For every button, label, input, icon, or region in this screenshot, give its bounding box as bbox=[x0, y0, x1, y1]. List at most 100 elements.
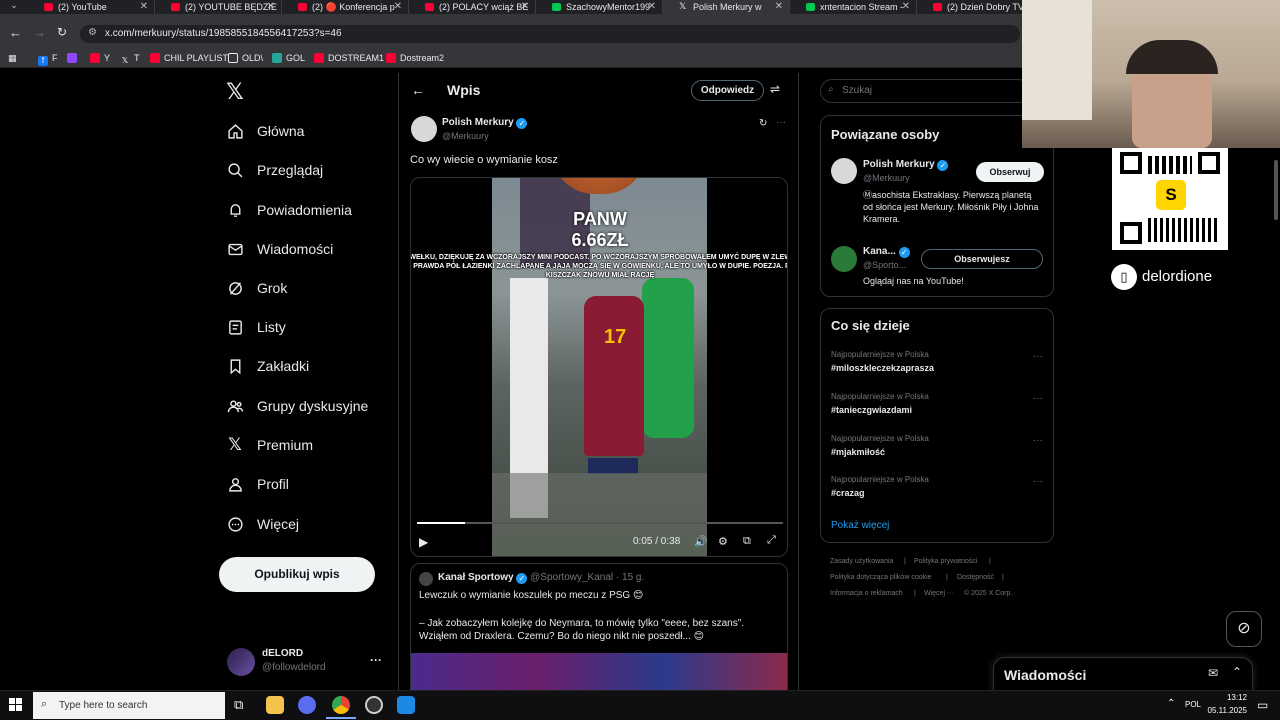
video-progress-track[interactable] bbox=[417, 522, 783, 524]
forward-icon[interactable]: → bbox=[33, 25, 46, 40]
following-button[interactable]: Obserwujesz bbox=[921, 249, 1043, 269]
show-more-link[interactable]: Pokaż więcej bbox=[831, 520, 889, 531]
address-bar[interactable]: ⚙ x.com/merkuury/status/1985855184556417… bbox=[80, 25, 1020, 43]
site-info-icon[interactable]: ⚙ bbox=[88, 27, 97, 38]
tab-search-chevron-icon[interactable]: ⌄ bbox=[0, 0, 28, 14]
person-name[interactable]: Polish Merkury bbox=[863, 159, 935, 170]
footer-link[interactable]: Zasady użytkowania bbox=[830, 558, 893, 565]
author-handle[interactable]: @Merkuury bbox=[442, 131, 489, 141]
trend-tag[interactable]: #miloszkleczekzaprasza bbox=[831, 363, 934, 373]
file-explorer-icon[interactable] bbox=[266, 696, 284, 714]
quoted-post[interactable]: Kanał Sportowy ✓ @Sportowy_Kanal · 15 g.… bbox=[410, 563, 788, 703]
close-tab-icon[interactable]: ✕ bbox=[775, 1, 783, 12]
quoted-media-thumbnail[interactable] bbox=[411, 653, 787, 693]
reply-button[interactable]: Odpowiedz bbox=[691, 80, 764, 101]
trend-more-icon[interactable]: ··· bbox=[1033, 476, 1043, 487]
nav-lists[interactable]: Listy bbox=[225, 312, 286, 342]
footer-link[interactable]: Więcej ··· bbox=[924, 590, 954, 597]
nav-communities[interactable]: Grupy dyskusyjne bbox=[225, 391, 368, 421]
author-avatar[interactable] bbox=[411, 116, 437, 142]
close-tab-icon[interactable]: ✕ bbox=[902, 1, 910, 12]
footer-link[interactable]: Polityka prywatności bbox=[914, 558, 977, 565]
chrome-icon[interactable] bbox=[332, 696, 350, 714]
person-avatar[interactable] bbox=[831, 158, 857, 184]
play-icon[interactable]: ▶ bbox=[419, 535, 428, 549]
grok-float-icon[interactable]: ⊘ bbox=[1226, 611, 1262, 647]
video-player[interactable]: 17 PANW 6.66ZŁ PAWEŁKU, DZIĘKUJĘ ZA WCZO… bbox=[410, 177, 788, 557]
nav-premium[interactable]: 𝕏 Premium bbox=[225, 430, 313, 460]
browser-tab[interactable]: (2) POLACY wciąż BE ✕ bbox=[409, 0, 536, 14]
nav-home[interactable]: Główna bbox=[225, 116, 304, 146]
language-indicator[interactable]: POL bbox=[1185, 700, 1201, 709]
back-icon[interactable]: ← bbox=[9, 25, 22, 40]
bookmark-item[interactable] bbox=[67, 53, 81, 63]
messages-dock[interactable]: Wiadomości ✉ ⌃ bbox=[993, 657, 1253, 691]
trend-tag[interactable]: #mjakmiłość bbox=[831, 447, 885, 457]
post-more-icon[interactable]: ··· bbox=[776, 117, 786, 128]
browser-tab[interactable]: SzachowyMentor199 ✕ bbox=[536, 0, 663, 14]
bookmark-item[interactable]: 𝕏T bbox=[120, 53, 140, 66]
nav-profile[interactable]: Profil bbox=[225, 469, 289, 499]
account-avatar[interactable] bbox=[227, 648, 255, 676]
task-view-icon[interactable]: ⧉ bbox=[234, 697, 243, 713]
nav-grok[interactable]: Grok bbox=[225, 273, 287, 303]
trend-tag[interactable]: #tanieczgwiazdami bbox=[831, 405, 912, 415]
trend-more-icon[interactable]: ··· bbox=[1033, 351, 1043, 362]
filter-icon[interactable]: ⇌ bbox=[770, 82, 780, 96]
person-avatar[interactable] bbox=[831, 246, 857, 272]
trend-more-icon[interactable]: ··· bbox=[1033, 393, 1043, 404]
tray-chevron-icon[interactable]: ⌃ bbox=[1167, 698, 1175, 709]
footer-link[interactable]: Informacja o reklamach bbox=[830, 590, 903, 597]
clock-date[interactable]: 05.11.2025 bbox=[1205, 706, 1247, 715]
app-icon[interactable] bbox=[397, 696, 415, 714]
footer-link[interactable]: Dostępność bbox=[957, 574, 994, 581]
settings-gear-icon[interactable]: ⚙ bbox=[718, 535, 728, 548]
reload-icon[interactable]: ↻ bbox=[57, 25, 67, 39]
nav-more[interactable]: Więcej bbox=[225, 509, 299, 539]
obs-icon[interactable] bbox=[365, 696, 383, 714]
browser-tab[interactable]: (2) YOUTUBE BĘDZIE ✕ bbox=[155, 0, 282, 14]
discord-icon[interactable] bbox=[298, 696, 316, 714]
fullscreen-icon[interactable]: ⤢ bbox=[767, 534, 776, 547]
expand-chevron-icon[interactable]: ⌃ bbox=[1232, 665, 1242, 679]
bookmark-item[interactable]: Y bbox=[90, 53, 110, 63]
close-tab-icon[interactable]: ✕ bbox=[394, 1, 402, 12]
clock-time[interactable]: 13:12 bbox=[1213, 693, 1247, 702]
close-tab-icon[interactable]: ✕ bbox=[267, 1, 275, 12]
nav-messages[interactable]: Wiadomości bbox=[225, 234, 333, 264]
footer-link[interactable]: Polityka dotycząca plików cookie bbox=[830, 574, 932, 581]
browser-tab[interactable]: (2) 🔴 Konferencja p ✕ bbox=[282, 0, 409, 14]
back-arrow-icon[interactable]: ← bbox=[411, 82, 425, 98]
close-tab-icon[interactable]: ✕ bbox=[140, 1, 148, 12]
new-message-icon[interactable]: ✉ bbox=[1208, 666, 1218, 680]
close-tab-icon[interactable]: ✕ bbox=[521, 1, 529, 12]
taskbar-search-input[interactable]: ⌕ Type here to search bbox=[33, 692, 225, 719]
browser-tab[interactable]: (2) YouTube ✕ bbox=[28, 0, 155, 14]
close-tab-icon[interactable]: ✕ bbox=[648, 1, 656, 12]
apps-grid-icon[interactable]: ▦ bbox=[8, 53, 17, 64]
browser-tab[interactable]: xntentacion Stream - ✕ bbox=[790, 0, 917, 14]
bookmark-item[interactable]: Dostream2 bbox=[386, 53, 444, 63]
nav-bookmarks[interactable]: Zakładki bbox=[225, 351, 309, 381]
author-name[interactable]: Polish Merkury bbox=[442, 117, 514, 128]
bookmark-item[interactable]: OLD\ bbox=[228, 53, 263, 63]
nav-explore[interactable]: Przeglądaj bbox=[225, 155, 323, 185]
browser-tab-active[interactable]: 𝕏 Polish Merkury w ✕ bbox=[663, 0, 790, 14]
trend-more-icon[interactable]: ··· bbox=[1033, 435, 1043, 446]
search-input[interactable]: ⌕ Szukaj bbox=[820, 79, 1030, 103]
nav-notifications[interactable]: Powiadomienia bbox=[225, 195, 352, 225]
windows-start-icon[interactable] bbox=[9, 698, 23, 712]
picture-in-picture-icon[interactable]: ⧉ bbox=[743, 535, 751, 548]
post-button[interactable]: Opublikuj wpis bbox=[219, 557, 375, 592]
page-scrollbar[interactable] bbox=[1274, 160, 1278, 220]
notification-center-icon[interactable]: ▭ bbox=[1257, 698, 1268, 712]
bookmark-item[interactable]: fF bbox=[38, 53, 58, 66]
trend-tag[interactable]: #crazag bbox=[831, 488, 865, 498]
follow-button[interactable]: Obserwuj bbox=[976, 162, 1044, 182]
bookmark-item[interactable]: DOSTREAM1 bbox=[314, 53, 384, 63]
grok-explain-icon[interactable]: ↻ bbox=[759, 118, 767, 129]
volume-icon[interactable]: 🔊 bbox=[694, 535, 708, 548]
account-more-icon[interactable]: ··· bbox=[370, 653, 382, 667]
bookmark-item[interactable]: GOL bbox=[272, 53, 305, 63]
x-logo-icon[interactable]: 𝕏 bbox=[226, 79, 244, 105]
